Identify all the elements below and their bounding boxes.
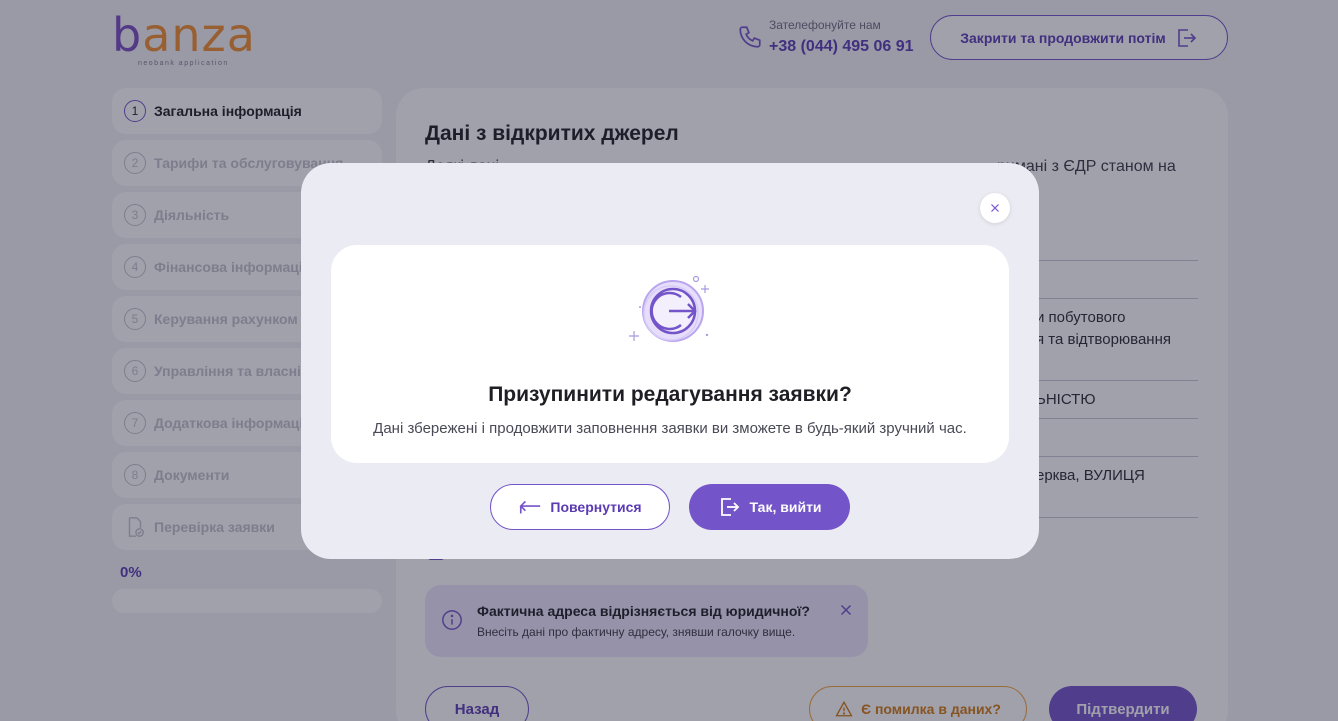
confirm-exit-button[interactable]: Так, вийти — [689, 484, 850, 530]
return-label: Повернутися — [550, 499, 642, 515]
modal-title: Призупинити редагування заявки? — [488, 383, 852, 406]
modal-text: Дані збережені і продовжити заповнення з… — [373, 420, 967, 437]
exit-icon — [721, 498, 740, 516]
close-icon — [991, 204, 999, 212]
exit-door-icon — [629, 275, 709, 342]
pause-application-modal: Призупинити редагування заявки? Дані збе… — [301, 163, 1039, 559]
modal-close-button[interactable] — [980, 193, 1010, 223]
return-button[interactable]: Повернутися — [490, 484, 670, 530]
return-arrow-icon — [519, 500, 541, 514]
confirm-exit-label: Так, вийти — [749, 499, 822, 515]
modal-card: Призупинити редагування заявки? Дані збе… — [331, 245, 1009, 463]
